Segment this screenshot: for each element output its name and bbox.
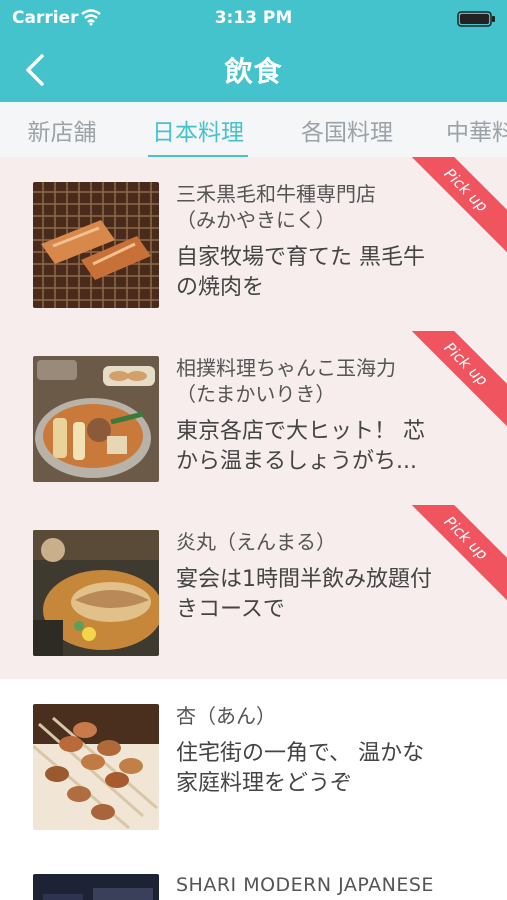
list-item[interactable]: 炎丸（えんまる） 宴会は1時間半飲み放題付 きコースで Pick up: [0, 505, 507, 680]
restaurant-name: 杏（あん）: [176, 704, 276, 728]
restaurant-thumbnail: [33, 530, 159, 656]
restaurant-name: 相撲料理ちゃんこ玉海力 （たまかいりき）: [176, 356, 396, 406]
tab-new-stores[interactable]: 新店舗: [18, 102, 106, 157]
restaurant-name: SHARI MODERN JAPANESE: [176, 874, 434, 896]
category-tabs: 新店舗 日本料理 各国料理 中華料: [0, 102, 507, 157]
list-item[interactable]: 杏（あん） 住宅街の一角で、 温かな 家庭料理をどうぞ: [0, 679, 507, 853]
tab-international-cuisine[interactable]: 各国料理: [296, 102, 398, 157]
status-time: 3:13 PM: [214, 8, 293, 28]
restaurant-name: 炎丸（えんまる）: [176, 530, 336, 554]
battery-icon: [457, 11, 495, 27]
list-item[interactable]: SHARI MODERN JAPANESE: [0, 852, 507, 900]
top-bar: Carrier 3:13 PM 飲食: [0, 0, 507, 102]
list-item[interactable]: 三禾黒毛和牛種専門店 （みかやきにく） 自家牧場で育てた 黒毛牛 の焼肉を Pi…: [0, 157, 507, 332]
restaurant-list: 三禾黒毛和牛種専門店 （みかやきにく） 自家牧場で育てた 黒毛牛 の焼肉を Pi…: [0, 157, 507, 900]
navigation-bar: 飲食: [0, 36, 507, 102]
restaurant-description: 宴会は1時間半飲み放題付 きコースで: [176, 567, 432, 622]
restaurant-description: 住宅街の一角で、 温かな 家庭料理をどうぞ: [176, 741, 425, 796]
restaurant-thumbnail: [33, 874, 159, 900]
restaurant-thumbnail: [33, 182, 159, 308]
list-item[interactable]: 相撲料理ちゃんこ玉海力 （たまかいりき） 東京各店で大ヒット！ 芯 から温まるし…: [0, 331, 507, 506]
tab-chinese-cuisine[interactable]: 中華料: [446, 102, 507, 157]
restaurant-thumbnail: [33, 704, 159, 830]
restaurant-description: 東京各店で大ヒット！ 芯 から温まるしょうがち...: [176, 419, 425, 474]
restaurant-name: 三禾黒毛和牛種専門店 （みかやきにく）: [176, 182, 376, 232]
restaurant-description: 自家牧場で育てた 黒毛牛 の焼肉を: [176, 245, 425, 300]
tab-japanese-cuisine[interactable]: 日本料理: [148, 102, 248, 157]
restaurant-thumbnail: [33, 356, 159, 482]
page-title: 飲食: [224, 55, 283, 88]
status-bar: Carrier 3:13 PM: [0, 0, 507, 36]
